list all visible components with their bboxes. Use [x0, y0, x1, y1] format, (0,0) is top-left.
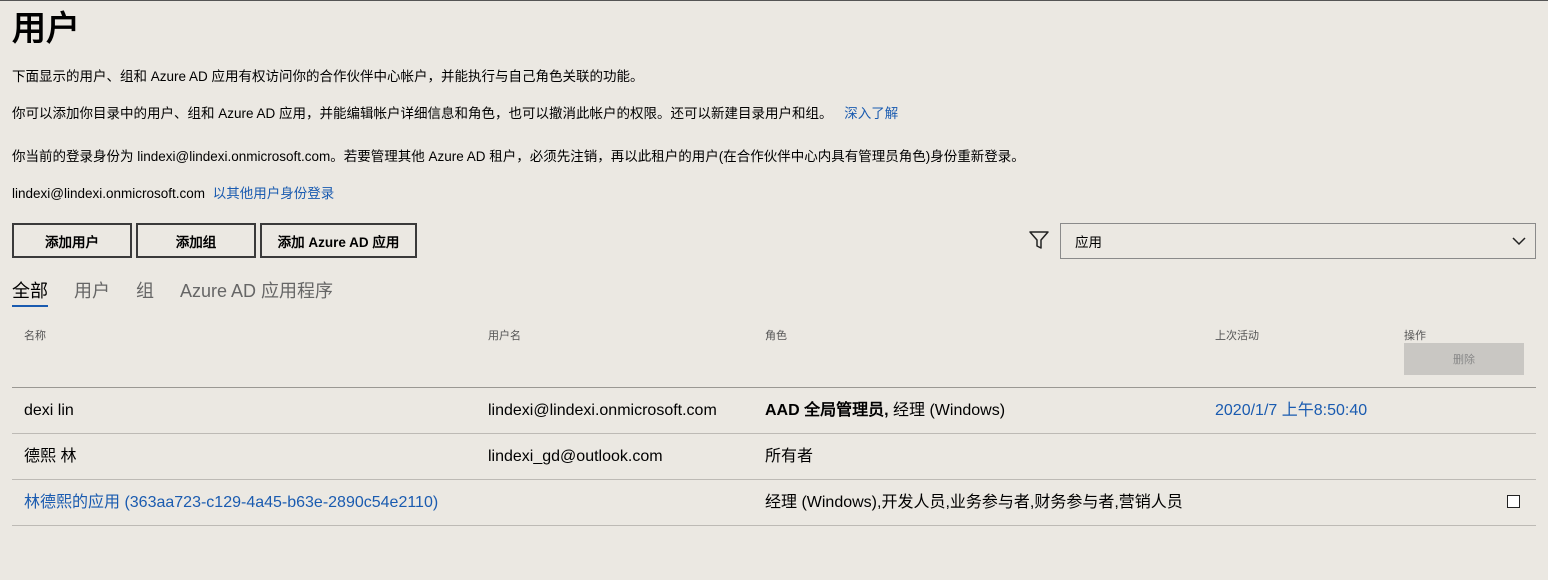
row-last-active-link[interactable]: 2020/1/7 上午8:50:40 — [1215, 401, 1367, 421]
tab-users[interactable]: 用户 — [74, 279, 110, 303]
switch-user-link[interactable]: 以其他用户身份登录 — [213, 186, 335, 201]
row-name[interactable]: 德熙 林 — [24, 447, 76, 467]
description-body: 你可以添加你目录中的用户、组和 Azure AD 应用，并能编辑帐户详细信息和角… — [12, 106, 833, 121]
row-name[interactable]: dexi lin — [24, 401, 74, 421]
column-header-last-active[interactable]: 上次活动 — [1215, 327, 1259, 343]
row-divider — [12, 525, 1536, 526]
column-header-actions: 操作 — [1404, 330, 1426, 342]
description-text: 你可以添加你目录中的用户、组和 Azure AD 应用，并能编辑帐户详细信息和角… — [12, 105, 898, 123]
chevron-down-icon — [1512, 237, 1526, 246]
row-app-name-link[interactable]: 林德熙的应用 (363aa723-c129-4a45-b63e-2890c54e… — [24, 493, 438, 513]
page-title: 用户 — [12, 10, 80, 48]
row-role: 所有者 — [765, 448, 814, 465]
table-header-divider — [12, 387, 1536, 388]
add-group-button[interactable]: 添加组 — [136, 223, 256, 258]
column-header-role[interactable]: 角色 — [765, 327, 787, 343]
current-user-email: lindexi@lindexi.onmicrosoft.com — [12, 186, 206, 201]
add-azure-ad-app-button[interactable]: 添加 Azure AD 应用 — [260, 223, 417, 258]
tab-groups[interactable]: 组 — [136, 279, 154, 303]
tab-all[interactable]: 全部 — [12, 279, 48, 303]
row-username: lindexi@lindexi.onmicrosoft.com — [488, 402, 717, 419]
row-select-checkbox[interactable] — [1507, 495, 1520, 508]
row-role: 经理 (Windows),开发人员,业务参与者,财务参与者,营销人员 — [765, 494, 1183, 511]
column-header-name[interactable]: 名称 — [24, 327, 46, 343]
learn-more-link[interactable]: 深入了解 — [844, 106, 898, 121]
row-username: lindexi_gd@outlook.com — [488, 448, 663, 465]
filter-dropdown-value: 应用 — [1075, 235, 1102, 250]
row-role: AAD 全局管理员, 经理 (Windows) — [765, 401, 1005, 421]
active-tab-indicator — [12, 305, 48, 307]
filter-dropdown[interactable]: 应用 — [1060, 223, 1536, 259]
column-header-username[interactable]: 用户名 — [488, 327, 521, 343]
row-role-secondary: 经理 (Windows) — [888, 402, 1006, 419]
filter-icon[interactable] — [1028, 229, 1050, 251]
row-role-primary: AAD 全局管理员, — [765, 402, 889, 419]
delete-button[interactable]: 删除 — [1404, 343, 1524, 375]
current-user-line: lindexi@lindexi.onmicrosoft.com 以其他用户身份登… — [12, 185, 334, 203]
row-divider — [12, 479, 1536, 480]
tab-azure-ad-apps[interactable]: Azure AD 应用程序 — [180, 279, 333, 303]
add-user-button[interactable]: 添加用户 — [12, 223, 132, 258]
login-notice: 你当前的登录身份为 lindexi@lindexi.onmicrosoft.co… — [12, 149, 1025, 164]
row-divider — [12, 433, 1536, 434]
intro-text: 下面显示的用户、组和 Azure AD 应用有权访问你的合作伙伴中心帐户，并能执… — [12, 69, 644, 84]
